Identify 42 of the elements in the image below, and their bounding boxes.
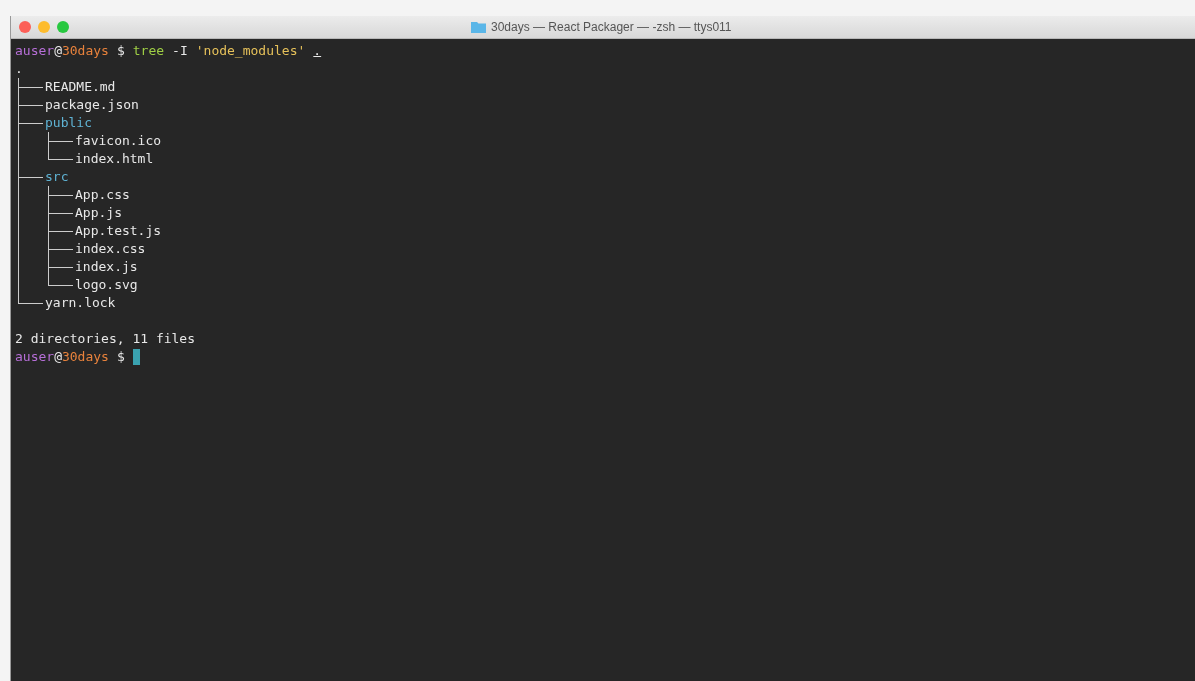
file-name: index.css [75, 240, 146, 258]
prompt-host: 30days [61, 42, 109, 60]
file-name: README.md [45, 78, 116, 96]
file-name: index.html [75, 150, 154, 168]
tree-connector [45, 204, 73, 222]
file-name: index.js [75, 258, 138, 276]
prompt-user: auser [15, 348, 55, 366]
tree-connector [15, 168, 43, 186]
file-name: favicon.ico [75, 132, 162, 150]
file-name: yarn.lock [45, 294, 116, 312]
directory-name: public [45, 114, 92, 132]
prompt-symbol: $ [116, 348, 125, 366]
tree-connector [15, 78, 43, 96]
prompt-at: @ [54, 348, 62, 366]
maximize-button[interactable] [57, 21, 69, 33]
tree-connector [45, 132, 73, 150]
tree-root: . [15, 60, 23, 78]
tree-connector [45, 186, 73, 204]
minimize-button[interactable] [38, 21, 50, 33]
prompt-at: @ [54, 42, 62, 60]
tree-connector [45, 258, 73, 276]
prompt-user: auser [15, 42, 55, 60]
tree-connector [15, 114, 43, 132]
tree-connector [15, 96, 43, 114]
output-text: 2 directories, 11 files [15, 330, 195, 348]
prompt-symbol: $ [116, 42, 125, 60]
command-token: 'node_modules' [195, 42, 306, 60]
file-name: App.js [75, 204, 122, 222]
close-button[interactable] [19, 21, 31, 33]
file-name: App.test.js [75, 222, 162, 240]
command-token: tree [132, 42, 165, 60]
command-token: -I [172, 42, 188, 60]
file-name: logo.svg [75, 276, 138, 294]
file-name: package.json [45, 96, 139, 114]
folder-icon [471, 21, 486, 33]
prompt-host: 30days [61, 348, 109, 366]
file-name: App.css [75, 186, 130, 204]
tree-connector [45, 240, 73, 258]
tree-connector [45, 222, 73, 240]
directory-name: src [45, 168, 69, 186]
command-token: . [313, 42, 322, 60]
window-title: 30days — React Packager — -zsh — ttys011 [491, 20, 732, 34]
